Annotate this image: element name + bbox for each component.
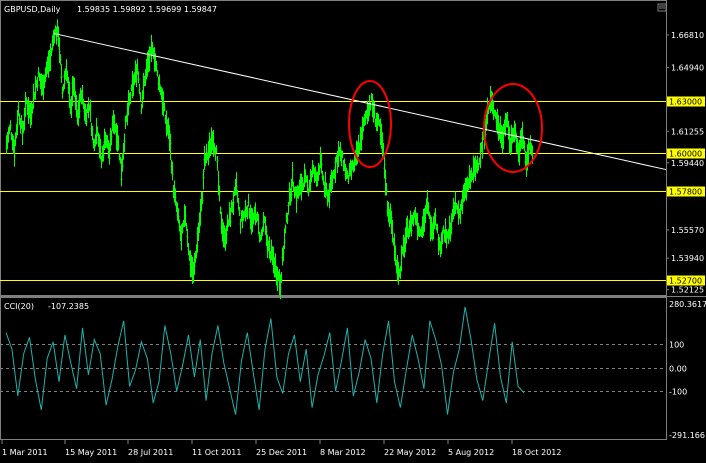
price-tick-label: 1.61255 [671, 127, 704, 136]
price-axis[interactable]: 1.66810 1.64940 1.61255 1.59440 1.55570 1.539… [666, 31, 704, 295]
time-tick-label: 28 Jul 2011 [128, 448, 173, 457]
cci-axis-bottom: -291.166 [669, 431, 705, 440]
cci-axis-top: 280.3617 [669, 300, 706, 309]
cci-value: -107.2385 [48, 302, 89, 311]
time-tick-label: 11 Oct 2011 [192, 448, 241, 457]
level-label: 1.60000 [669, 150, 702, 159]
time-tick-label: 1 Mar 2011 [2, 448, 48, 457]
price-tick-label: 1.53940 [671, 254, 704, 263]
chart-title: GBPUSD,Daily [4, 5, 61, 14]
cci-name: CCI(20) [4, 302, 34, 311]
time-tick-label: 25 Dec 2011 [256, 448, 307, 457]
window-menu-icon[interactable] [657, 3, 667, 12]
price-tick-label: 1.66810 [671, 31, 704, 40]
cci-level-label: 0.00 [669, 365, 687, 374]
level-label: 1.57800 [669, 188, 702, 197]
cci-level-label: 100 [669, 341, 684, 350]
ohlc-readout: 1.59835 1.59892 1.59699 1.59847 [77, 5, 217, 14]
price-tick-label: 1.55570 [671, 226, 704, 235]
time-tick-label: 5 Aug 2012 [448, 448, 494, 457]
price-tick-label: 1.59440 [671, 159, 704, 168]
time-tick-label: 22 May 2012 [384, 448, 436, 457]
level-label: 1.52700 [669, 277, 702, 286]
time-tick-label: 15 May 2011 [65, 448, 117, 457]
time-tick-label: 8 Mar 2012 [320, 448, 366, 457]
time-tick-label: 18 Oct 2012 [512, 448, 561, 457]
price-tick-label: 1.52125 [671, 286, 704, 295]
chart-window[interactable]: 1.63000 1.60000 1.57800 1.52700 GBPUSD,Dail… [0, 0, 706, 463]
price-tick-label: 1.64940 [671, 63, 704, 72]
cci-level-label: -100 [669, 388, 687, 397]
level-label: 1.63000 [669, 98, 702, 107]
